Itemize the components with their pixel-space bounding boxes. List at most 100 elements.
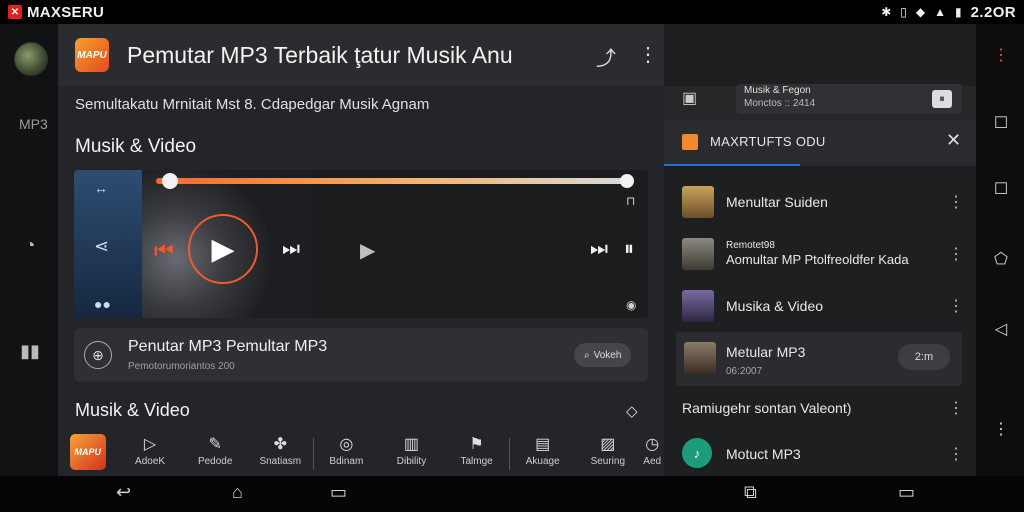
left-rail: MP3 ◔ ▮▮: [0, 24, 58, 476]
close-icon[interactable]: ✕: [946, 130, 961, 151]
list-item[interactable]: Menultar Suiden ⋮: [664, 176, 976, 228]
more-vert-icon[interactable]: ⋮: [638, 42, 658, 71]
list-item-subtitle: 06:2007: [726, 366, 763, 377]
status-bar: ✕ MAXSERU ✱ ▯ ◆ ▲ ▮ 2.2OR: [0, 0, 1024, 24]
list-item-title: Motuct MP3: [726, 446, 801, 462]
tool-label: AdoeK: [135, 456, 166, 467]
note-icon[interactable]: ▣: [682, 88, 697, 108]
video-icon: ▷: [143, 436, 157, 453]
now-playing-title: Penutar MP3 Pemultar MP3: [128, 338, 328, 355]
lyrics-icon[interactable]: ⊓: [626, 194, 635, 208]
radio-icon: ◎: [339, 436, 354, 453]
repeat-icon[interactable]: ◉: [626, 298, 636, 312]
more-vert-icon[interactable]: ⋮: [948, 398, 964, 418]
search-icon: ⌕: [584, 349, 590, 361]
battery-icon: ▮: [955, 5, 962, 19]
avatar[interactable]: [14, 42, 48, 76]
share-icon[interactable]: ⋖: [94, 236, 109, 257]
timer-icon[interactable]: ◔: [17, 232, 43, 258]
tool-item[interactable]: ✎ Pedode: [183, 434, 248, 476]
more-vert-icon[interactable]: ⋮: [948, 296, 964, 316]
tool-label: Akuage: [525, 456, 560, 467]
recents-icon[interactable]: ▭: [330, 482, 347, 503]
tool-bar: MAPU ▷ AdoeK ✎ Pedode ✤ Snatiasm ◎ Bdinam ▥ D…: [70, 434, 664, 476]
tool-item[interactable]: ▨ Seuring: [575, 434, 640, 476]
progress-thumb[interactable]: [162, 173, 179, 189]
forward-icon[interactable]: ▶: [360, 238, 375, 263]
next-icon[interactable]: ⏭: [282, 238, 300, 261]
pause-icon[interactable]: ⏸: [624, 238, 634, 261]
image-icon: ▤: [535, 436, 551, 453]
drawer-mini-player[interactable]: Musik & Fegon Monctos :: 2414 ⏸: [736, 84, 962, 114]
dots-icon[interactable]: ●●: [94, 296, 111, 312]
app-logo-small[interactable]: MAPU: [70, 434, 106, 470]
tool-item[interactable]: ⚑ Talmge: [444, 434, 509, 476]
more-vert-icon[interactable]: ⋮: [948, 244, 964, 264]
now-playing-card[interactable]: ⊕ Penutar MP3 Pemultar MP3 Pemotorumoria…: [74, 328, 648, 382]
equalizer-icon[interactable]: ▮▮: [17, 338, 43, 364]
app-logo: MAPU: [75, 38, 109, 72]
screenshot-icon[interactable]: ⧉: [744, 482, 757, 503]
thumbnail: [682, 238, 714, 270]
skip-icon[interactable]: ⏭: [590, 238, 608, 261]
main-panel: MAPU Pemutar MP3 Terbaik ţatur Musik Anu…: [58, 24, 976, 476]
vocal-chip[interactable]: ⌕ Vokeh: [574, 343, 632, 367]
drawer-header: MAXRTUFTS ODU ✕: [664, 120, 976, 166]
list-item[interactable]: Remotet98 Aomultar MP Ptolfreoldfer Kada…: [664, 228, 976, 280]
tool-item[interactable]: ◷ Aed: [640, 434, 664, 476]
square-icon[interactable]: ☐: [992, 180, 1010, 198]
tab-indicator: [664, 164, 800, 166]
duration-chip[interactable]: 2:m: [898, 344, 950, 370]
signal-icon: ▲: [934, 5, 947, 19]
progress-end-marker: [620, 174, 634, 188]
tool-item[interactable]: ◎ Bdinam: [314, 434, 379, 476]
arrows-icon[interactable]: ↔: [94, 180, 108, 196]
progress-bar[interactable]: [156, 178, 626, 184]
more-vert-icon[interactable]: ⋮: [992, 420, 1010, 438]
now-playing-subtitle: Pemotorumoriantos 200: [128, 361, 235, 372]
previous-icon[interactable]: ⏮: [154, 238, 174, 264]
right-nav: ⋮ ☐ ☐ ⬠ ◁ ⋮: [976, 24, 1024, 476]
tool-label: Aed: [643, 456, 662, 467]
thumbnail: [684, 342, 716, 374]
status-time: 2.2OR: [970, 3, 1016, 21]
list-item[interactable]: Musika & Video ⋮: [664, 280, 976, 332]
page-subtitle: Semultakatu Mrnitait Mst 8. Cdapedgar Mu…: [75, 96, 430, 113]
vocal-chip-label: Vokeh: [593, 349, 622, 361]
home-icon[interactable]: ⬠: [992, 250, 1010, 268]
tool-label: Talmge: [460, 456, 493, 467]
tool-item[interactable]: ✤ Snatiasm: [248, 434, 313, 476]
diamond-icon[interactable]: ◇: [626, 402, 638, 420]
back-icon[interactable]: ◁: [992, 320, 1010, 338]
play-button[interactable]: ▶: [188, 214, 258, 284]
bars-icon: ▥: [403, 436, 420, 453]
menu-icon[interactable]: ▭: [898, 482, 915, 503]
more-vert-icon[interactable]: ⋮: [948, 444, 964, 464]
pause-icon[interactable]: ⏸: [932, 90, 952, 108]
rail-label[interactable]: MP3: [19, 116, 48, 132]
drawer-title: MAXRTUFTS ODU: [710, 134, 826, 149]
flag-icon: ⚑: [469, 436, 484, 453]
list-item-title[interactable]: Ramiugehr sontan Valeont): [682, 400, 851, 416]
list-item-title: Metular MP3: [726, 344, 806, 360]
status-app-name: MAXSERU: [27, 3, 105, 21]
equalizer-icon: ⊕: [84, 341, 112, 369]
list-item-title: Menultar Suiden: [726, 194, 828, 210]
more-vert-icon[interactable]: ⋮: [948, 192, 964, 212]
list-item[interactable]: ♪ Motuct MP3 ⋮: [664, 428, 976, 480]
status-icons: ✱ ▯ ◆ ▲ ▮ 2.2OR: [881, 4, 1016, 21]
home-icon[interactable]: ⌂: [232, 482, 243, 503]
clock-icon: ◷: [645, 436, 660, 453]
wifi-icon: ◆: [915, 5, 926, 19]
tool-label: Snatiasm: [259, 456, 302, 467]
tool-item[interactable]: ▷ AdoeK: [118, 434, 183, 476]
tool-item[interactable]: ▤ Akuage: [510, 434, 575, 476]
square-icon[interactable]: ☐: [992, 114, 1010, 132]
back-icon[interactable]: ↩: [116, 482, 131, 503]
folder-icon: [682, 134, 698, 150]
share-icon[interactable]: ⤴: [596, 42, 616, 71]
album-art: ↔ ⋖ ●●: [74, 170, 142, 318]
more-vert-icon[interactable]: ⋮: [992, 46, 1010, 64]
tool-item[interactable]: ▥ Dibility: [379, 434, 444, 476]
list-item-selected[interactable]: Metular MP3 06:2007 2:m: [676, 332, 962, 386]
